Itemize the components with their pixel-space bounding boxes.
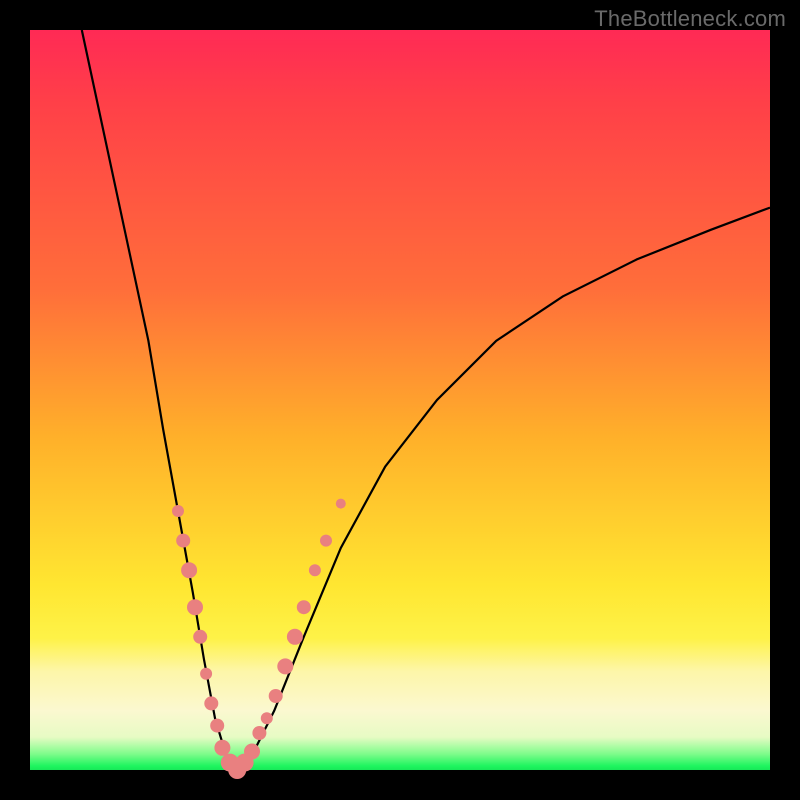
- curve-marker: [176, 534, 190, 548]
- chart-frame: TheBottleneck.com: [0, 0, 800, 800]
- curve-marker: [214, 740, 230, 756]
- curve-marker: [261, 712, 273, 724]
- watermark-text: TheBottleneck.com: [594, 6, 786, 32]
- curve-marker: [204, 696, 218, 710]
- curve-marker: [336, 499, 346, 509]
- curve-markers: [172, 499, 346, 779]
- curve-marker: [210, 719, 224, 733]
- curve-marker: [252, 726, 266, 740]
- plot-area: [30, 30, 770, 770]
- bottleneck-curve: [82, 30, 770, 770]
- curve-marker: [187, 599, 203, 615]
- curve-marker: [297, 600, 311, 614]
- curve-marker: [320, 535, 332, 547]
- curve-marker: [244, 744, 260, 760]
- curve-marker: [287, 629, 303, 645]
- curve-marker: [277, 658, 293, 674]
- curve-marker: [200, 668, 212, 680]
- curve-marker: [181, 562, 197, 578]
- curve-marker: [193, 630, 207, 644]
- curve-svg: [30, 30, 770, 770]
- curve-marker: [309, 564, 321, 576]
- curve-marker: [269, 689, 283, 703]
- curve-marker: [172, 505, 184, 517]
